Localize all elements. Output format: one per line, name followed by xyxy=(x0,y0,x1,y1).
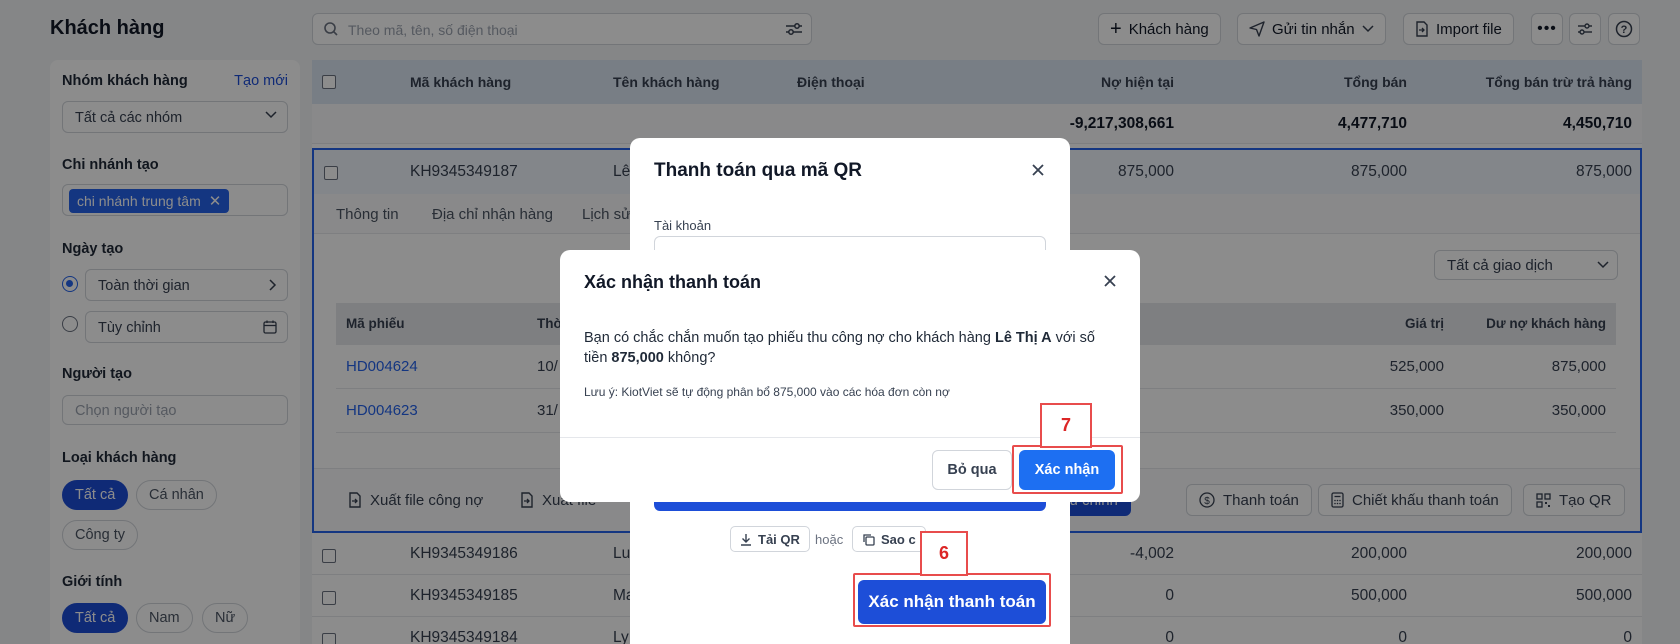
copy-button[interactable]: Sao c xyxy=(852,526,926,552)
step-6-badge: 6 xyxy=(920,531,968,576)
confirm-dialog-message: Bạn có chắc chắn muốn tạo phiếu thu công… xyxy=(584,328,1114,368)
message-amount: 875,000 xyxy=(611,350,664,366)
download-qr-button[interactable]: Tải QR xyxy=(730,526,810,552)
step-7-badge: 7 xyxy=(1040,403,1092,448)
message-suffix: không? xyxy=(663,350,716,366)
download-icon xyxy=(741,533,751,546)
or-text: hoặc xyxy=(815,532,844,547)
step-7-highlight xyxy=(1012,445,1123,494)
step-6-highlight xyxy=(853,573,1051,627)
confirm-dialog-note: Lưu ý: KiotViet sẽ tự động phân bổ 875,0… xyxy=(584,385,950,399)
download-qr-label: Tải QR xyxy=(758,531,800,547)
message-prefix: Bạn có chắc chắn muốn tạo phiếu thu công… xyxy=(584,330,995,346)
message-customer: Lê Thị A xyxy=(994,330,1052,346)
cancel-button[interactable]: Bỏ qua xyxy=(932,450,1012,490)
close-icon[interactable] xyxy=(1104,275,1116,287)
copy-label: Sao c xyxy=(881,531,916,547)
copy-icon xyxy=(863,533,875,546)
qr-modal-title: Thanh toán qua mã QR xyxy=(654,160,862,181)
close-icon[interactable] xyxy=(1032,164,1044,176)
account-label: Tài khoản xyxy=(654,218,712,233)
confirm-dialog-title: Xác nhận thanh toán xyxy=(584,272,762,292)
